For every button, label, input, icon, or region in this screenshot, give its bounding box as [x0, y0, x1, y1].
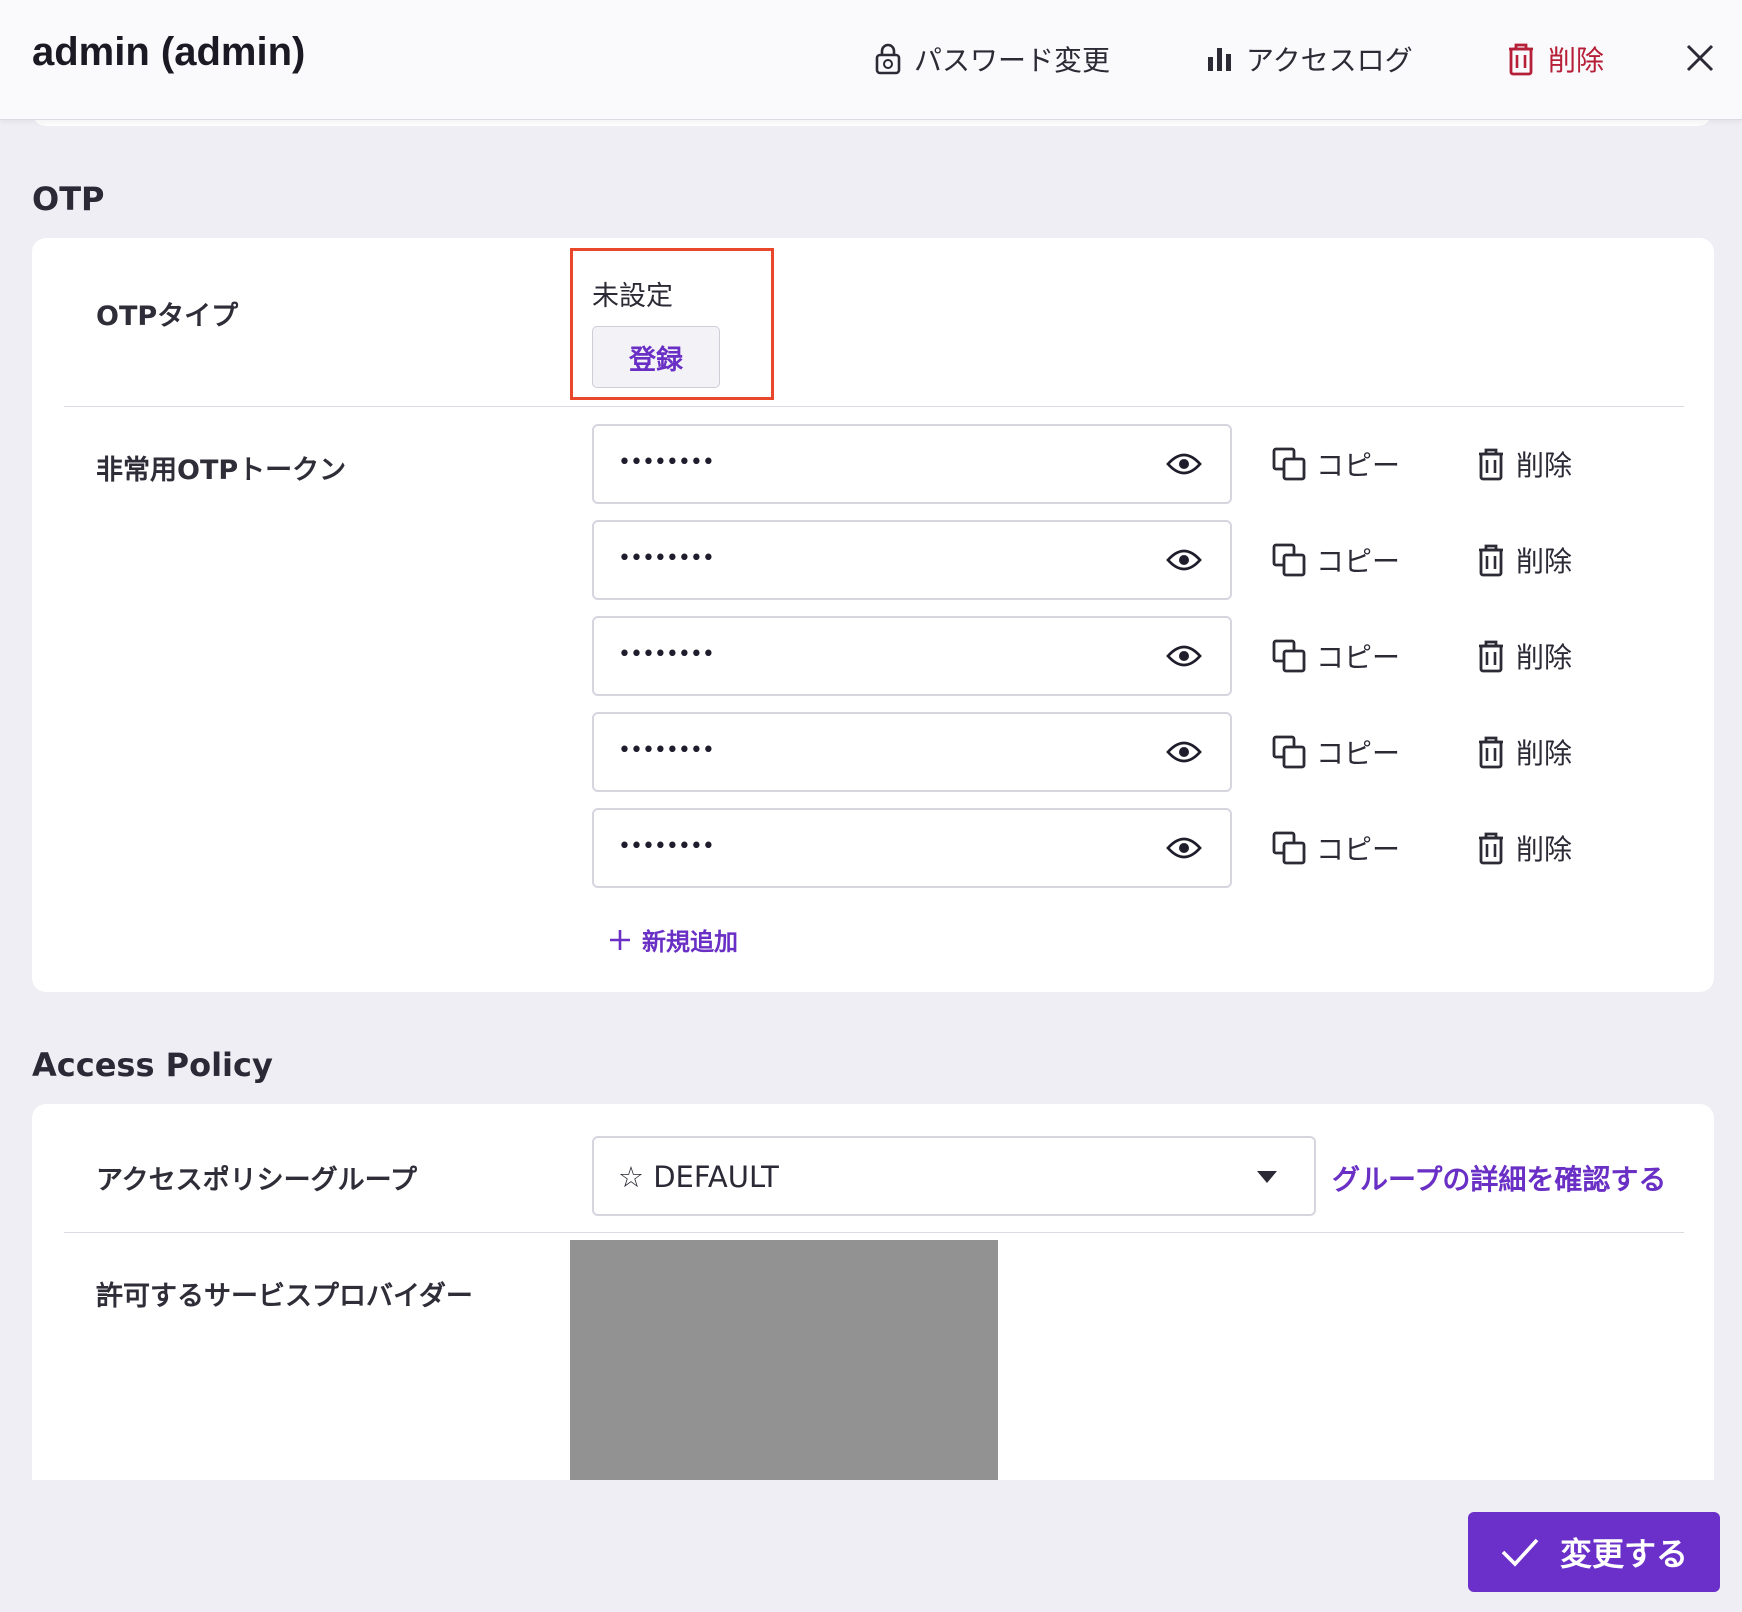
policy-group-select[interactable]: ☆ DEFAULT: [592, 1136, 1316, 1216]
token-value: ••••••••: [618, 738, 715, 763]
emergency-token-label: 非常用OTPトークン: [96, 455, 347, 486]
delete-token-button[interactable]: 削除: [1476, 636, 1572, 676]
copy-button[interactable]: コピー: [1272, 828, 1400, 868]
eye-icon[interactable]: [1166, 834, 1202, 862]
otp-type-value: 未設定: [592, 281, 673, 312]
copy-button[interactable]: コピー: [1272, 540, 1400, 580]
delete-user-label: 削除: [1548, 44, 1605, 77]
register-button[interactable]: 登録: [592, 326, 720, 388]
lock-icon: [875, 43, 901, 75]
otp-card: OTPタイプ 未設定 登録 非常用OTPトークン •••••••• コピー 削除…: [32, 238, 1714, 992]
policy-group-label: アクセスポリシーグループ: [96, 1165, 418, 1196]
page-title: admin (admin): [32, 30, 306, 74]
delete-token-label: 削除: [1516, 737, 1573, 770]
close-icon[interactable]: [1680, 38, 1720, 78]
bar-chart-icon: [1208, 48, 1231, 71]
otp-section-title: OTP: [32, 180, 105, 218]
trash-icon: [1479, 832, 1503, 865]
copy-button[interactable]: コピー: [1272, 732, 1400, 772]
access-policy-section-title: Access Policy: [32, 1046, 273, 1084]
token-field[interactable]: ••••••••: [592, 808, 1232, 888]
redacted-area: [570, 1240, 998, 1480]
policy-group-value: ☆ DEFAULT: [618, 1160, 779, 1194]
plus-icon: [610, 929, 630, 950]
caret-down-icon: [1257, 1171, 1277, 1183]
token-field[interactable]: ••••••••: [592, 424, 1232, 504]
row-divider: [64, 406, 1684, 407]
group-details-link[interactable]: グループの詳細を確認する: [1332, 1158, 1666, 1198]
copy-label: コピー: [1316, 641, 1401, 674]
delete-token-button[interactable]: 削除: [1476, 540, 1572, 580]
access-policy-card: アクセスポリシーグループ ☆ DEFAULT グループの詳細を確認する 許可する…: [32, 1104, 1714, 1480]
eye-icon[interactable]: [1166, 642, 1202, 670]
token-field[interactable]: ••••••••: [592, 616, 1232, 696]
copy-icon: [1272, 543, 1306, 577]
eye-icon[interactable]: [1166, 738, 1202, 766]
delete-token-button[interactable]: 削除: [1476, 444, 1572, 484]
add-token-button[interactable]: 新規追加: [608, 922, 738, 957]
delete-token-label: 削除: [1516, 449, 1573, 482]
trash-icon: [1479, 640, 1503, 673]
add-token-label: 新規追加: [642, 928, 738, 956]
copy-icon: [1272, 735, 1306, 769]
access-log-button[interactable]: アクセスログ: [1206, 36, 1413, 82]
token-value: ••••••••: [618, 834, 715, 859]
row-divider: [64, 1232, 1684, 1233]
trash-icon: [1479, 736, 1503, 769]
copy-label: コピー: [1316, 833, 1401, 866]
trash-icon: [1479, 544, 1503, 577]
change-password-button[interactable]: パスワード変更: [874, 36, 1110, 82]
delete-token-button[interactable]: 削除: [1476, 828, 1572, 868]
token-value: ••••••••: [618, 450, 715, 475]
copy-label: コピー: [1316, 545, 1401, 578]
submit-label: 変更する: [1559, 1535, 1688, 1573]
submit-button[interactable]: 変更する: [1468, 1512, 1720, 1592]
delete-token-label: 削除: [1516, 833, 1573, 866]
token-value: ••••••••: [618, 546, 715, 571]
token-value: ••••••••: [618, 642, 715, 667]
change-password-label: パスワード変更: [914, 44, 1111, 77]
copy-icon: [1272, 639, 1306, 673]
token-field[interactable]: ••••••••: [592, 520, 1232, 600]
trash-icon: [1479, 448, 1503, 481]
delete-user-button[interactable]: 削除: [1506, 36, 1604, 82]
service-providers-label: 許可するサービスプロバイダー: [96, 1281, 473, 1312]
delete-token-button[interactable]: 削除: [1476, 732, 1572, 772]
copy-button[interactable]: コピー: [1272, 636, 1400, 676]
copy-label: コピー: [1316, 737, 1401, 770]
delete-token-label: 削除: [1516, 545, 1573, 578]
check-icon: [1501, 1538, 1539, 1567]
eye-icon[interactable]: [1166, 546, 1202, 574]
trash-icon: [1509, 43, 1533, 76]
copy-label: コピー: [1316, 449, 1401, 482]
access-log-label: アクセスログ: [1246, 44, 1413, 77]
copy-icon: [1272, 447, 1306, 481]
dialog-header: admin (admin) パスワード変更 アクセスログ 削除: [0, 0, 1742, 120]
token-field[interactable]: ••••••••: [592, 712, 1232, 792]
delete-token-label: 削除: [1516, 641, 1573, 674]
eye-icon[interactable]: [1166, 450, 1202, 478]
copy-icon: [1272, 831, 1306, 865]
otp-type-label: OTPタイプ: [96, 301, 239, 332]
copy-button[interactable]: コピー: [1272, 444, 1400, 484]
